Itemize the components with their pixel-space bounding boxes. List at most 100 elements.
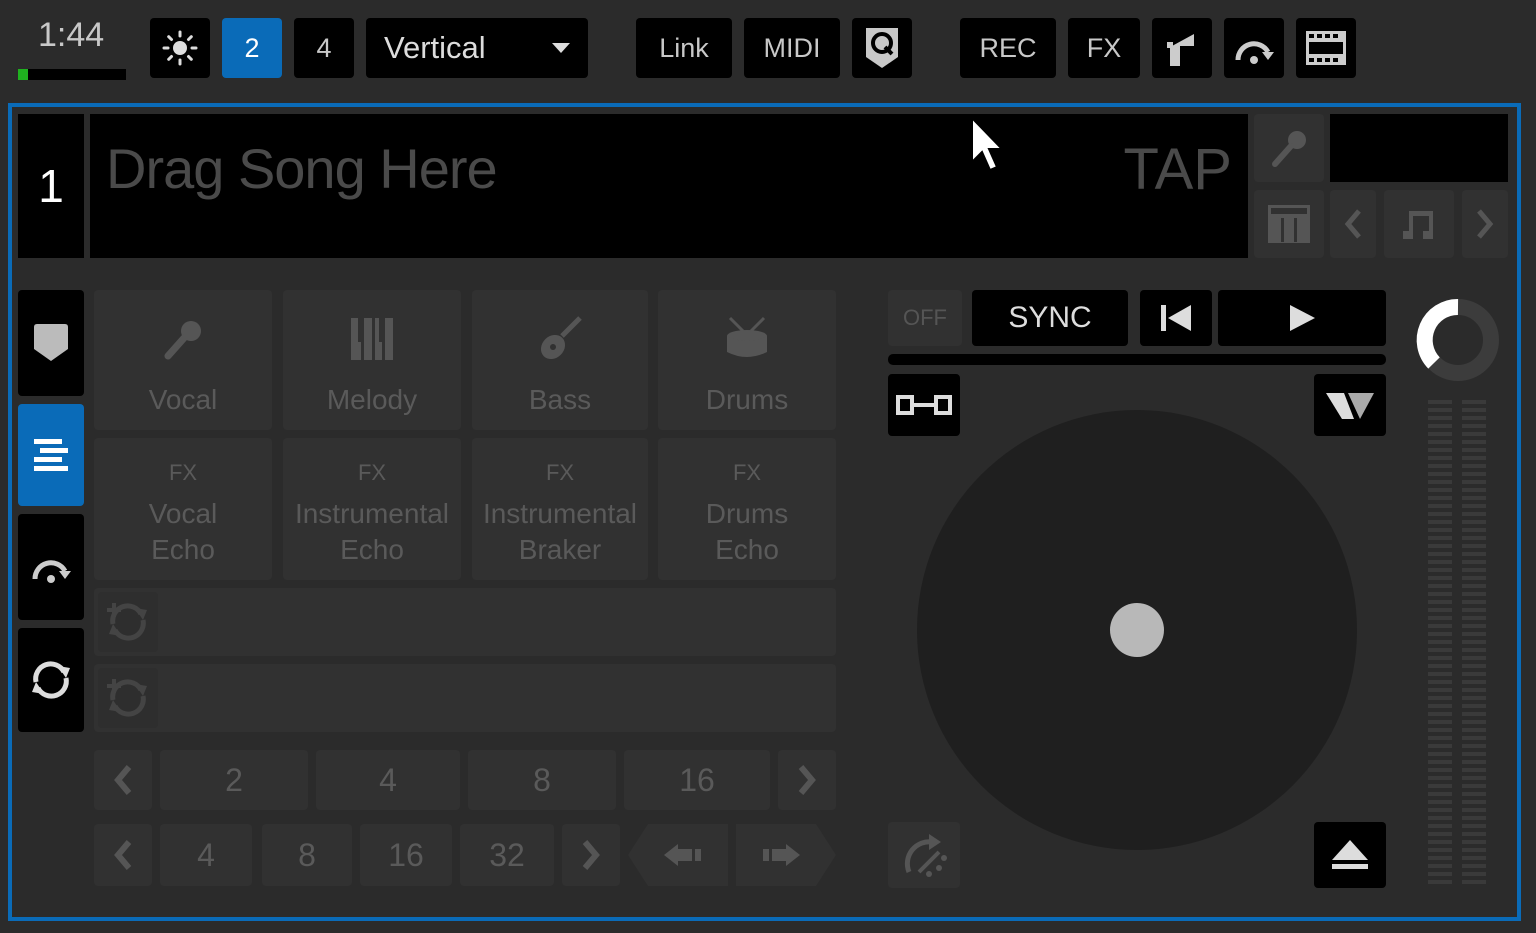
stem-sequence-slot-2[interactable] [94,664,836,732]
master-level-fill [18,69,28,80]
loop-size-button[interactable]: 2 [160,750,308,810]
stem-pad-label: Drums [705,384,789,415]
keyboard-icon [1268,205,1310,243]
fx-pad-instrumental-echo[interactable]: FX Instrumental Echo [283,438,461,580]
skip-back-icon [1161,305,1191,331]
fx-pad-line2: Braker [518,534,602,565]
eject-button[interactable] [1314,822,1386,888]
jog-wheel[interactable] [917,410,1357,850]
fx-pad-instrumental-braker[interactable]: FX Instrumental Braker [472,438,648,580]
cues-mode-button[interactable] [18,290,84,396]
key-button[interactable] [1384,190,1454,258]
chevron-down-icon [552,43,570,53]
slip-mode-button[interactable] [888,374,960,436]
midi-button[interactable]: MIDI [744,18,840,78]
fx-pad-tag: FX [168,460,198,485]
off-button[interactable]: OFF [888,290,962,346]
loop-icon [32,661,70,699]
loop-roll-button[interactable]: 4 [160,824,252,886]
film-icon [1306,31,1346,65]
volume-knob-arc [1416,298,1499,381]
loop-size-button[interactable]: 8 [468,750,616,810]
fx-pad-line1: Instrumental [482,498,638,529]
stem-pad-melody[interactable]: Melody [283,290,461,430]
track-progress-bar[interactable] [888,354,1386,365]
automix-button[interactable] [1224,18,1284,78]
waveform-icon [1326,393,1374,419]
clock: 1:44 [38,16,105,54]
tap-button[interactable]: TAP [1124,136,1233,203]
loop-size-button[interactable]: 16 [624,750,770,810]
stem-sequence-slot-1[interactable] [94,588,836,656]
loop-roll-button[interactable]: 32 [460,824,554,886]
fx-pad-tag: FX [732,460,762,485]
fx-pad-line1: Instrumental [294,498,450,529]
pitch-bend-button[interactable] [888,822,960,888]
loop-mode-button[interactable] [18,628,84,732]
slip-icon [896,395,952,415]
automix-mode-button[interactable] [18,514,84,620]
piano-icon [351,318,393,360]
link-button[interactable]: Link [636,18,732,78]
four-decks-button[interactable]: 4 [294,18,354,78]
fx-button[interactable]: FX [1068,18,1140,78]
fx-pad-vocal-echo[interactable]: FX Vocal Echo [94,438,272,580]
stem-pad-label: Bass [528,384,592,415]
layout-dropdown[interactable]: Vertical [366,18,588,78]
stems-mode-button[interactable] [18,404,84,506]
play-icon [1290,305,1315,331]
key-display [1330,114,1508,182]
pitch-keyboard-button[interactable] [1254,190,1324,258]
loop-roll-button[interactable]: 8 [262,824,352,886]
master-level-meter [18,69,126,80]
sampler-horn-button[interactable] [1152,18,1212,78]
song-drop-zone[interactable]: Drag Song Here TAP [90,114,1248,258]
vu-meter-right [1462,400,1486,888]
video-button[interactable] [1296,18,1356,78]
vocal-mic-button[interactable] [1254,114,1324,182]
add-sequence-button[interactable] [98,668,158,728]
record-button[interactable]: REC [960,18,1056,78]
stem-pad-vocal[interactable]: Vocal [94,290,272,430]
key-prev-button[interactable] [1330,190,1376,258]
loop-move-back-button[interactable] [628,824,728,886]
loop-move-forward-icon [736,824,836,886]
deck-number: 1 [18,114,84,258]
fx-pad-line2: Echo [151,534,215,565]
loop-row1-prev-button[interactable] [94,750,152,810]
chevron-left-icon [1344,209,1361,239]
cue-button[interactable] [1140,290,1212,346]
drum-icon [727,316,767,357]
loop-move-forward-button[interactable] [736,824,836,886]
volume-knob[interactable] [1414,296,1502,384]
air-horn-icon [1167,34,1194,66]
stem-pad-drums[interactable]: Drums [658,290,836,430]
loop-roll-button[interactable]: 16 [360,824,452,886]
stem-pad-label: Melody [326,384,418,415]
fx-pad-line2: Echo [715,534,779,565]
fx-pad-drums-echo[interactable]: FX Drums Echo [658,438,836,580]
guitar-icon [540,316,582,360]
key-next-button[interactable] [1462,190,1508,258]
loop-row2-prev-button[interactable] [94,824,152,886]
play-button[interactable] [1218,290,1386,346]
loop-row1-next-button[interactable] [778,750,836,810]
sync-button[interactable]: SYNC [972,290,1128,346]
quantize-icon [866,28,898,68]
loop-size-button[interactable]: 4 [316,750,460,810]
add-sequence-button[interactable] [98,592,158,652]
automix-icon [1235,41,1274,64]
loop-move-back-icon [628,824,728,886]
fx-pad-line1: Vocal [148,498,218,529]
waveform-toggle-button[interactable] [1314,374,1386,436]
song-placeholder: Drag Song Here [106,137,498,200]
two-decks-button[interactable]: 2 [222,18,282,78]
chevron-right-icon [1477,209,1494,239]
chevron-right-icon [582,840,600,870]
loop-row2-next-button[interactable] [562,824,620,886]
mouse-cursor-icon [971,116,1004,172]
eject-icon [1332,840,1368,869]
brightness-button[interactable] [150,18,210,78]
quantize-button[interactable] [852,18,912,78]
stem-pad-bass[interactable]: Bass [472,290,648,430]
